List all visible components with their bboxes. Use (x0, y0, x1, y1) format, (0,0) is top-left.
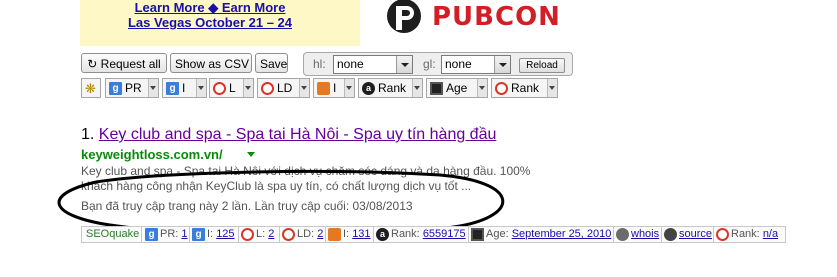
result-source: source (664, 227, 712, 242)
divider (279, 227, 280, 242)
bing-index-icon (328, 227, 341, 241)
divider (141, 227, 142, 242)
bing-value-link[interactable]: 131 (352, 228, 370, 240)
whois-link[interactable]: whois (631, 228, 659, 240)
alexa-rank-icon: a (376, 227, 389, 241)
divider (325, 227, 326, 242)
link-domain-icon (282, 227, 295, 241)
pr-value-link[interactable]: 1 (181, 228, 187, 240)
divider (661, 227, 662, 242)
google-index-icon: g (192, 227, 205, 241)
result-link-domain: LD: 2 (282, 227, 323, 242)
google-pr-icon: g (145, 227, 158, 241)
index-label: I: (207, 228, 214, 240)
divider (238, 227, 239, 242)
age-value-link[interactable]: September 25, 2010 (512, 228, 612, 240)
result-links: L: 2 (241, 227, 274, 242)
age-label: Age: (486, 228, 509, 240)
age-calendar-icon (471, 227, 484, 241)
ld-label: LD: (297, 228, 315, 240)
bing-label: I: (343, 228, 350, 240)
rank2-value-link[interactable]: n/a (763, 228, 778, 240)
rank2-label: Rank: (731, 228, 760, 240)
rank-label: Rank: (391, 228, 420, 240)
source-icon (664, 227, 677, 241)
result-alexa-rank: a Rank: 6559175 (376, 227, 466, 242)
source-link[interactable]: source (679, 228, 712, 240)
divider (468, 227, 469, 242)
result-age: Age: September 25, 2010 (471, 227, 611, 242)
links-label: L: (256, 228, 266, 240)
result-whois: whois (616, 227, 659, 242)
divider (613, 227, 614, 242)
semrush-rank-icon (716, 227, 729, 241)
result-google-index: g I: 125 (192, 227, 235, 242)
result-pr: g PR: 1 (145, 227, 188, 242)
ld-value-link[interactable]: 2 (317, 228, 323, 240)
result-semrush-rank: Rank: n/a (716, 227, 778, 242)
whois-icon (616, 227, 629, 241)
index-value-link[interactable]: 125 (216, 228, 234, 240)
result-bing-index: I: 131 (328, 227, 371, 242)
yahoo-links-icon (241, 227, 254, 241)
seoquake-brand[interactable]: SEOquake (86, 227, 139, 242)
links-value-link[interactable]: 2 (268, 228, 274, 240)
pr-label: PR: (160, 228, 179, 240)
rank-value-link[interactable]: 6559175 (423, 228, 466, 240)
divider (373, 227, 374, 242)
divider (189, 227, 190, 242)
divider (713, 227, 714, 242)
